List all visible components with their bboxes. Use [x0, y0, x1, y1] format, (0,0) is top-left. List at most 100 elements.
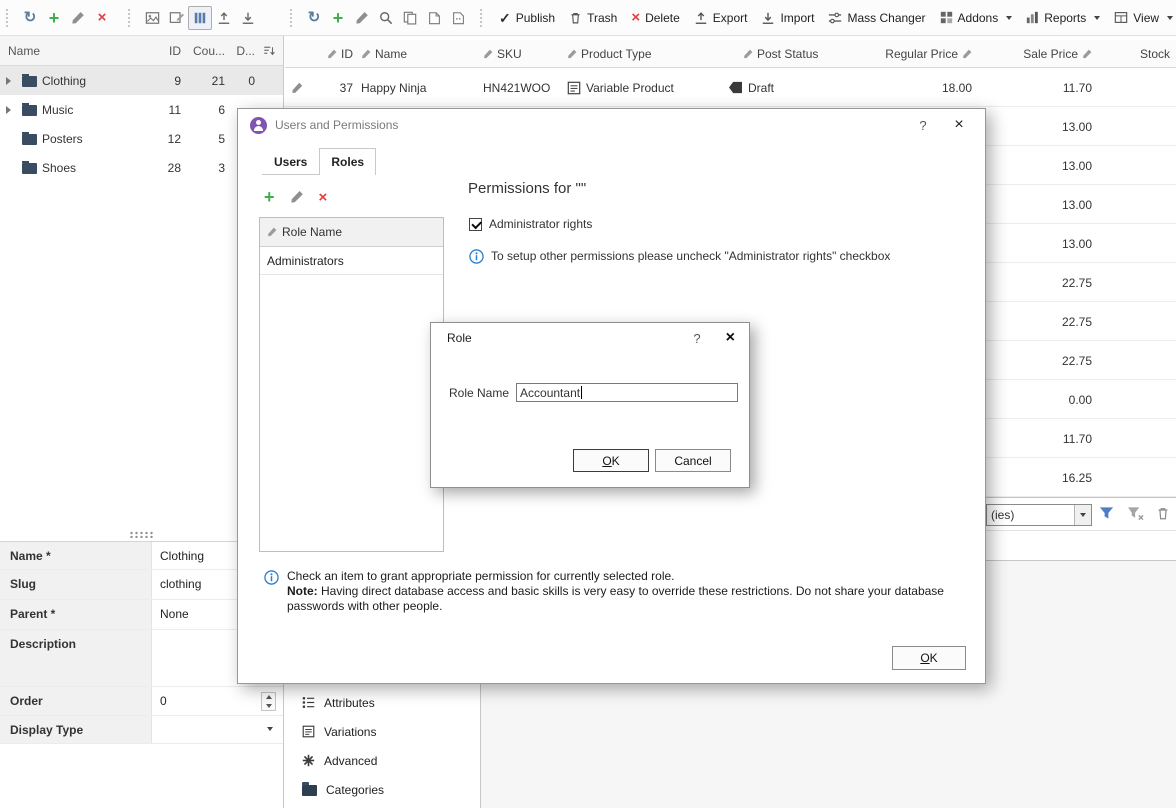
- column-header-product-type[interactable]: Product Type: [567, 40, 652, 68]
- delete-role-button[interactable]: ×: [319, 190, 328, 205]
- roles-grid: Role Name Administrators: [259, 217, 444, 552]
- column-header-regular-price[interactable]: Regular Price: [885, 40, 972, 68]
- dialog-titlebar[interactable]: Role ? ×: [431, 323, 749, 353]
- mass-changer-button[interactable]: Mass Changer: [821, 5, 932, 31]
- admin-info-text: To setup other permissions please unchec…: [491, 249, 890, 263]
- dropdown-arrow-icon[interactable]: [267, 727, 273, 731]
- footer-info-note: Note: Having direct database access and …: [287, 584, 979, 614]
- add-category-button[interactable]: +: [42, 6, 66, 30]
- edit-image-button[interactable]: [164, 6, 188, 30]
- clear-filter-button[interactable]: [1127, 506, 1144, 521]
- duplicate-button[interactable]: [446, 6, 470, 30]
- administrator-rights-row[interactable]: Administrator rights: [469, 217, 592, 231]
- expander-icon[interactable]: [6, 77, 17, 85]
- image-button[interactable]: [140, 6, 164, 30]
- publish-label: Publish: [516, 11, 555, 25]
- help-button[interactable]: ?: [909, 118, 937, 133]
- tab-users[interactable]: Users: [262, 148, 319, 174]
- trash-button[interactable]: Trash: [562, 5, 624, 31]
- cancel-button[interactable]: Cancel: [655, 449, 731, 472]
- column-header-d[interactable]: D...: [225, 44, 255, 58]
- ok-button[interactable]: OK: [573, 449, 649, 472]
- columns-layout-button[interactable]: [188, 6, 212, 30]
- combo-dropdown-button[interactable]: [1074, 505, 1091, 525]
- column-header-count[interactable]: Cou...: [181, 44, 225, 58]
- order-field-label: Order: [0, 687, 152, 715]
- column-header-name[interactable]: Name: [0, 44, 147, 58]
- tab-roles[interactable]: Roles: [319, 148, 376, 175]
- product-type-cell: Variable Product: [567, 68, 674, 107]
- apply-filter-button[interactable]: [1098, 506, 1115, 521]
- edit-role-button[interactable]: [290, 190, 304, 204]
- tree-cell: Shoes: [0, 161, 147, 175]
- tab-attributes[interactable]: Attributes: [285, 688, 480, 717]
- tab-advanced[interactable]: Advanced: [285, 746, 480, 775]
- expander-icon[interactable]: [6, 106, 17, 114]
- spinner-down-icon[interactable]: [262, 702, 275, 711]
- mass-changer-icon: [828, 11, 842, 25]
- tab-variations[interactable]: Variations: [285, 717, 480, 746]
- sale-price: 11.70: [1063, 68, 1092, 107]
- publish-button[interactable]: ✓Publish: [492, 5, 562, 31]
- category-filter-combo[interactable]: (ies): [986, 504, 1092, 526]
- roles-grid-header[interactable]: Role Name: [260, 218, 443, 247]
- reports-menu-button[interactable]: Reports: [1019, 5, 1107, 31]
- tree-cell: Clothing: [0, 74, 147, 88]
- sort-icon[interactable]: [255, 45, 283, 57]
- column-header-id[interactable]: ID: [147, 44, 181, 58]
- refresh-categories-button[interactable]: ↻: [18, 6, 42, 30]
- ok-button[interactable]: OK: [892, 646, 966, 670]
- close-button[interactable]: ×: [945, 117, 973, 133]
- delete-button[interactable]: ×Delete: [624, 5, 686, 31]
- display-type-field[interactable]: [152, 716, 283, 743]
- addons-label: Addons: [958, 11, 999, 25]
- column-header-stock[interactable]: Stock: [1140, 40, 1170, 68]
- copy-button[interactable]: [398, 6, 422, 30]
- role-name-input[interactable]: Accountant: [516, 383, 738, 402]
- edit-product-button[interactable]: [350, 6, 374, 30]
- filter-clear-icon: [1127, 506, 1144, 521]
- addons-menu-button[interactable]: Addons: [933, 5, 1020, 31]
- view-menu-button[interactable]: View: [1107, 5, 1176, 31]
- column-header-sku[interactable]: SKU: [483, 40, 522, 68]
- tab-label: Advanced: [324, 754, 377, 768]
- product-row[interactable]: 37 Happy Ninja HN421WOO Variable Product…: [285, 68, 1176, 107]
- column-header-post-status[interactable]: Post Status: [743, 40, 818, 68]
- order-spinner[interactable]: [261, 692, 276, 711]
- delete-category-button[interactable]: ×: [90, 6, 114, 30]
- refresh-icon: ↻: [24, 10, 37, 25]
- post-status-label: Draft: [748, 81, 774, 95]
- close-button[interactable]: ×: [711, 330, 735, 346]
- category-id: 9: [147, 74, 181, 88]
- delete-filter-button[interactable]: [1156, 506, 1170, 521]
- import-button[interactable]: Import: [754, 5, 821, 31]
- edit-category-button[interactable]: [66, 6, 90, 30]
- tree-row-clothing[interactable]: Clothing 9 21 0: [0, 66, 283, 95]
- column-header-id[interactable]: ID: [317, 40, 353, 68]
- tab-categories[interactable]: Categories: [285, 775, 480, 804]
- product-grid-header: ID Name SKU Product Type Post Status Reg…: [285, 40, 1176, 68]
- edit-image-icon: [169, 11, 184, 25]
- import-categories-button[interactable]: [236, 6, 260, 30]
- column-header-name[interactable]: Name: [361, 40, 407, 68]
- export-categories-button[interactable]: [212, 6, 236, 30]
- add-product-button[interactable]: +: [326, 6, 350, 30]
- spinner-up-icon[interactable]: [262, 693, 275, 702]
- category-name: Clothing: [42, 74, 86, 88]
- sale-price: 13.00: [1062, 185, 1092, 224]
- row-edit-icon[interactable]: [291, 68, 303, 107]
- refresh-products-button[interactable]: ↻: [302, 6, 326, 30]
- administrator-rights-checkbox[interactable]: [469, 218, 482, 231]
- ok-label: O: [602, 454, 611, 468]
- search-button[interactable]: [374, 6, 398, 30]
- users-permissions-icon: [250, 117, 267, 134]
- reports-icon: [1026, 11, 1039, 24]
- role-row-administrators[interactable]: Administrators: [260, 247, 443, 275]
- help-button[interactable]: ?: [683, 331, 711, 346]
- paste-button[interactable]: [422, 6, 446, 30]
- add-role-button[interactable]: +: [264, 188, 275, 206]
- dialog-titlebar[interactable]: Users and Permissions ? ×: [238, 109, 985, 141]
- export-button[interactable]: Export: [687, 5, 755, 31]
- sale-price: 13.00: [1062, 107, 1092, 146]
- column-header-sale-price[interactable]: Sale Price: [1023, 40, 1092, 68]
